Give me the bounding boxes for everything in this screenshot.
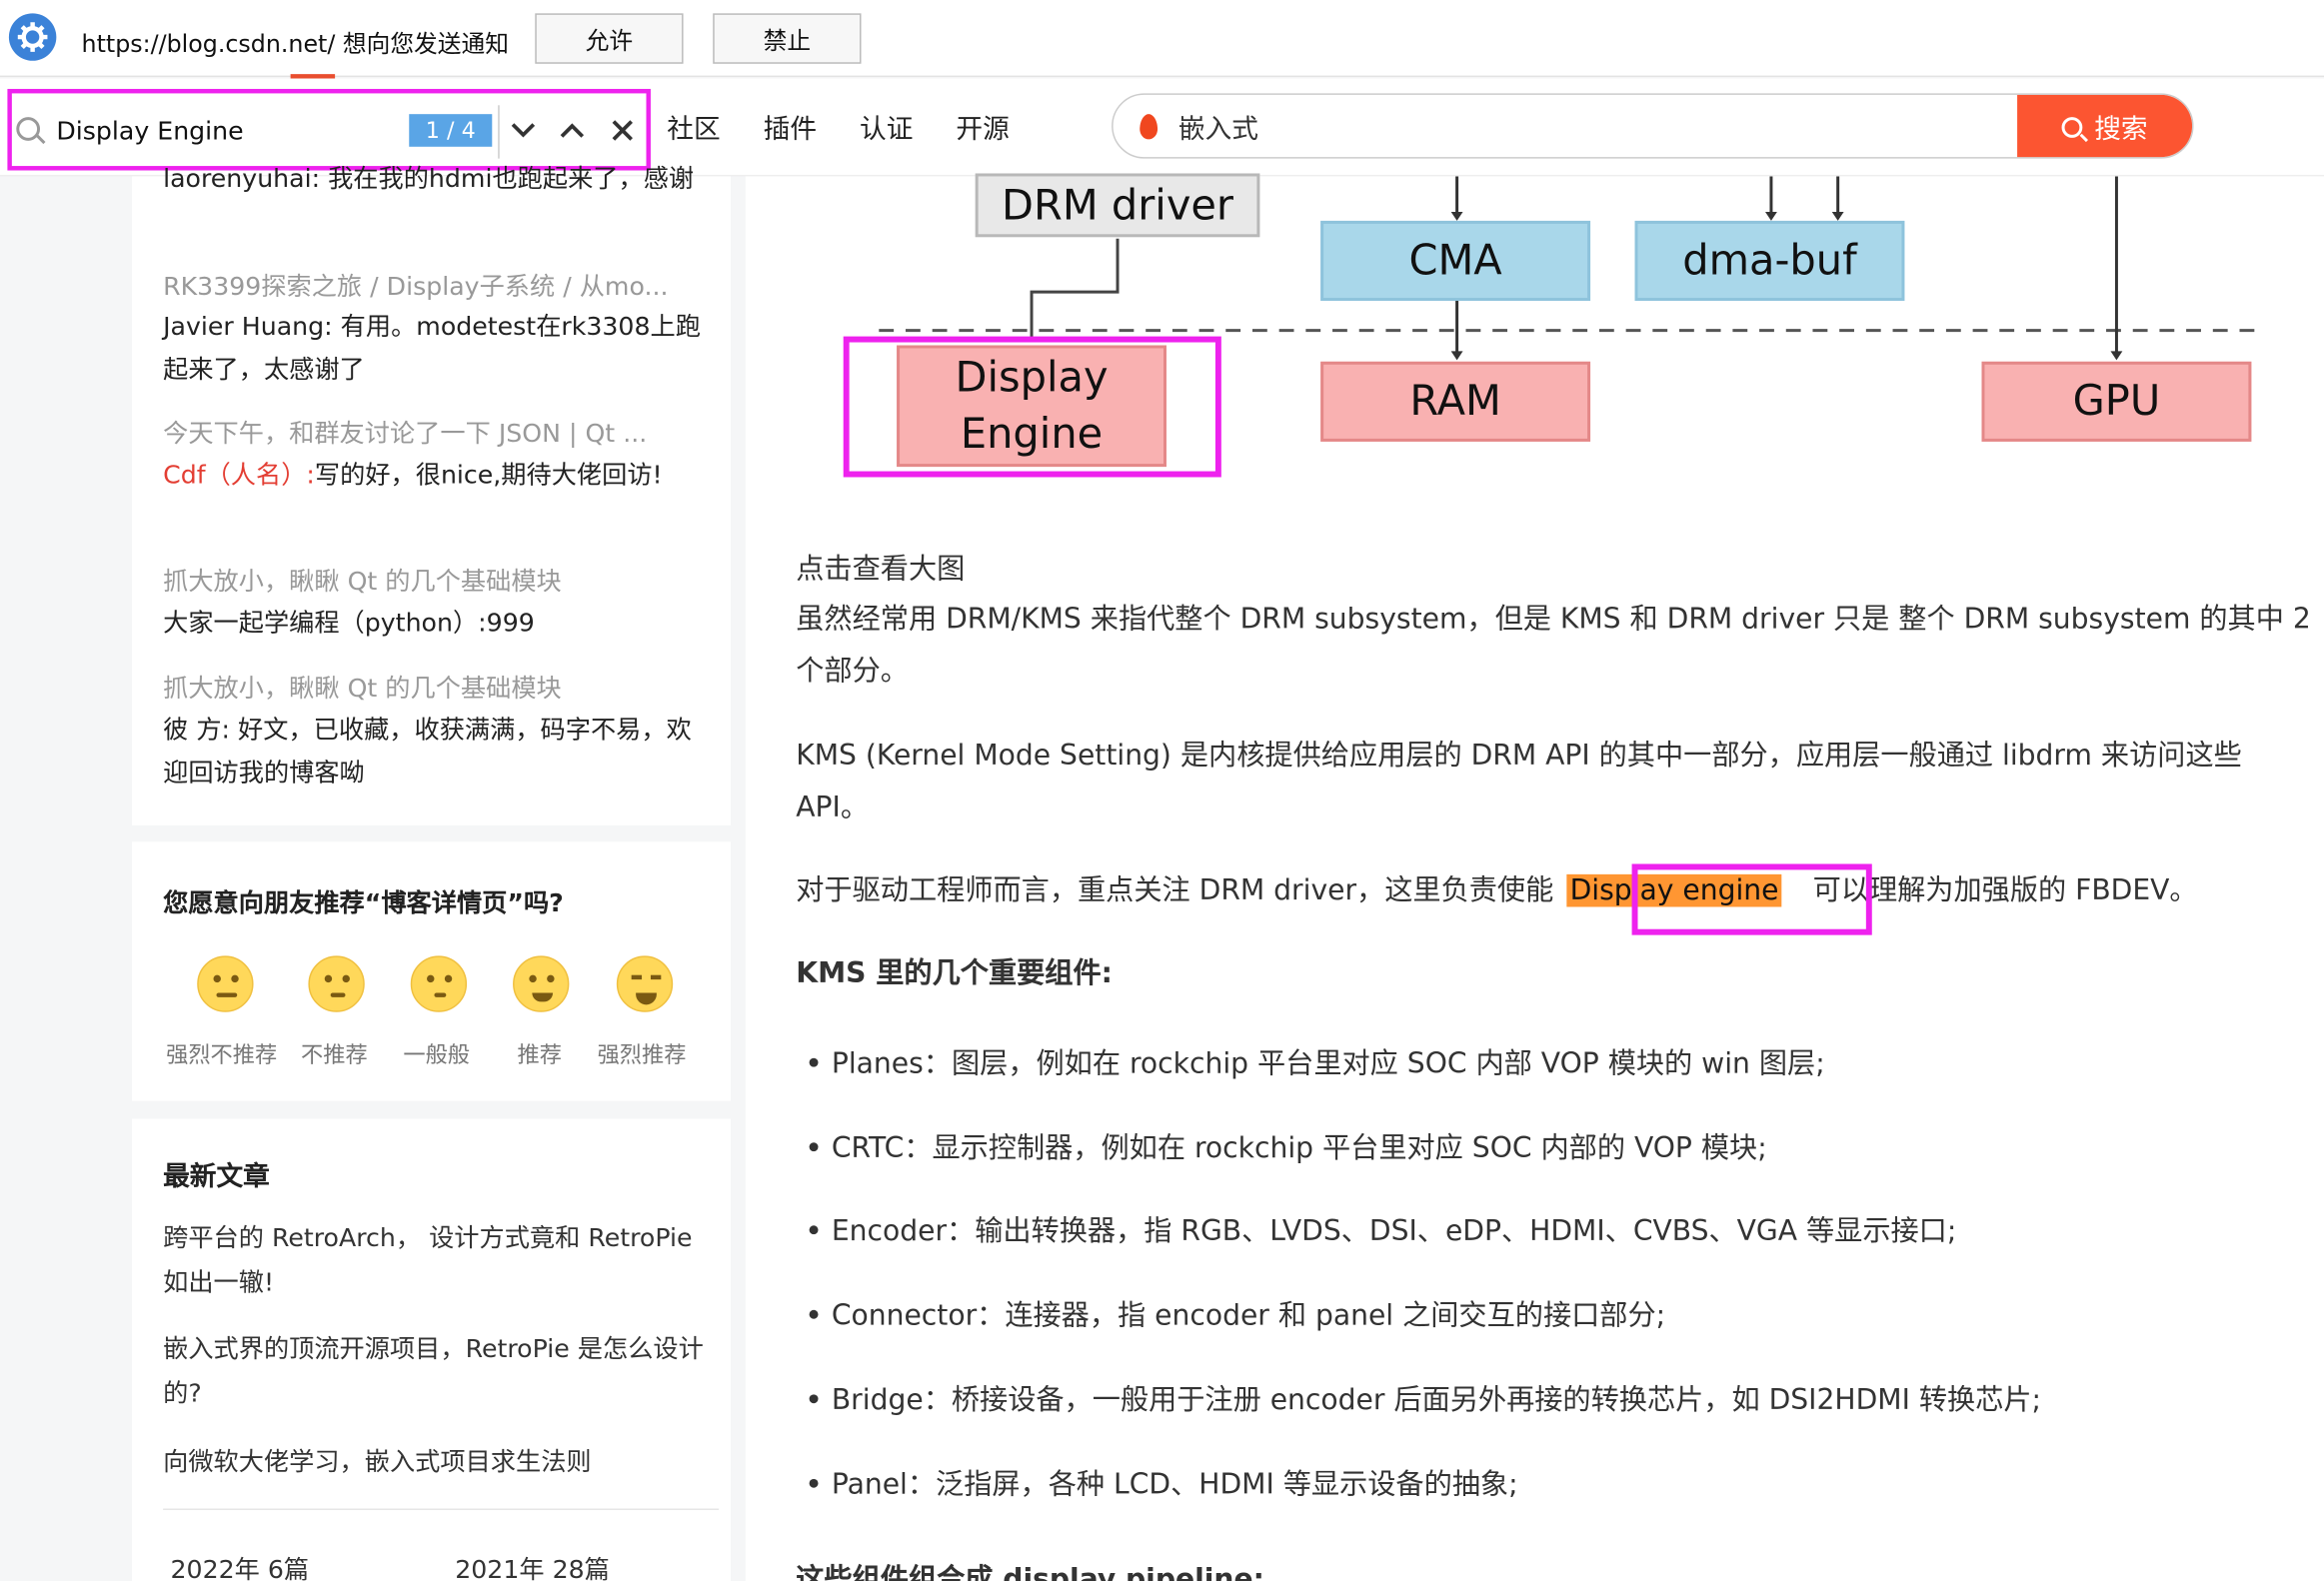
latest-articles-title: 最新文章 bbox=[163, 1161, 270, 1193]
angry-face-icon[interactable] bbox=[197, 955, 254, 1012]
article-paragraph: 虽然经常用 DRM/KMS 来指代整个 DRM subsystem，但是 KMS… bbox=[796, 603, 2311, 689]
nav-item-opensource[interactable]: 开源 bbox=[956, 108, 1009, 147]
nav-item-plugins[interactable]: 插件 bbox=[764, 108, 817, 147]
divider bbox=[163, 1508, 720, 1510]
list-item: CRTC：显示控制器，例如在 rockchip 平台里对应 SOC 内部的 VO… bbox=[809, 1126, 1767, 1166]
latest-article-link[interactable]: 向微软大佬学习，嵌入式项目求生法则 bbox=[163, 1440, 712, 1484]
article-content: DRM driver CMA dma-buf Display Engine RA… bbox=[745, 173, 2324, 1581]
cma-box: CMA bbox=[1320, 220, 1591, 302]
section-heading: KMS 里的几个重要组件: bbox=[796, 956, 1113, 990]
list-item: Connector：连接器，指 encoder 和 panel 之间交互的接口部… bbox=[809, 1293, 1665, 1333]
allow-button[interactable]: 允许 bbox=[535, 13, 684, 64]
find-highlight-box bbox=[843, 336, 1221, 478]
recommend-option-yes[interactable]: 推荐 bbox=[517, 1038, 562, 1069]
latest-article-link[interactable]: 跨平台的 RetroArch， 设计方式竟和 RetroPie 如出一辙! bbox=[163, 1216, 712, 1305]
recommend-option-not[interactable]: 不推荐 bbox=[301, 1038, 368, 1069]
view-large-image-link[interactable]: 点击查看大图 bbox=[796, 544, 2322, 596]
block-button[interactable]: 禁止 bbox=[713, 13, 862, 64]
notification-bar: https://blog.csdn.net/ 想向您发送通知 允许 禁止 bbox=[0, 0, 2324, 79]
recommend-card: 您愿意向朋友推荐“博客详情页”吗? 强烈不推荐 不推荐 一般般 推荐 强烈推荐 bbox=[131, 841, 732, 1101]
recommend-option-strongly[interactable]: 强烈推荐 bbox=[598, 1038, 687, 1069]
nav-item-certification[interactable]: 认证 bbox=[860, 108, 913, 147]
list-item: Planes：图层，例如在 rockchip 平台里对应 SOC 内部 VOP … bbox=[809, 1041, 1825, 1081]
find-divider bbox=[498, 105, 500, 159]
find-highlight-box bbox=[1631, 863, 1872, 935]
flame-icon bbox=[1140, 114, 1159, 140]
search-button-label: 搜索 bbox=[2094, 114, 2148, 146]
section-heading: 这些组件组合成 display pipeline: bbox=[796, 1563, 1264, 1581]
comment-article-link[interactable]: RK3399探索之旅 / Display子系统 / 从mo... bbox=[163, 265, 668, 303]
gear-icon bbox=[8, 13, 57, 61]
latest-article-link[interactable]: 嵌入式界的顶流开源项目，RetroPie 是怎么设计的? bbox=[163, 1328, 712, 1417]
search-icon bbox=[16, 117, 41, 141]
comment-text: Cdf（人名）:写的好，很nice,期待大佬回访! bbox=[163, 455, 709, 498]
recommend-option-strongly-not[interactable]: 强烈不推荐 bbox=[166, 1038, 277, 1069]
list-item: Panel：泛指屏，各种 LCD、HDMI 等显示设备的抽象; bbox=[809, 1463, 1518, 1503]
find-input[interactable] bbox=[56, 109, 413, 155]
nav-item-community[interactable]: 社区 bbox=[667, 108, 720, 147]
dmabuf-box: dma-buf bbox=[1634, 220, 1905, 302]
comment-body: 999 bbox=[486, 609, 535, 640]
search-button[interactable]: 搜索 bbox=[2017, 94, 2193, 158]
ram-box: RAM bbox=[1320, 361, 1591, 442]
laughing-face-icon[interactable] bbox=[616, 955, 674, 1012]
comment-article-link[interactable]: 抓大放小，瞅瞅 Qt 的几个基础模块 bbox=[163, 667, 562, 705]
list-item: Bridge：桥接设备，一般用于注册 encoder 后面另外再接的转换芯片，如… bbox=[809, 1378, 2041, 1418]
comment-body: 好文，已收藏，收获满满，码字不易，欢迎回访我的博客呦 bbox=[163, 716, 692, 789]
find-match-count: 1 / 4 bbox=[409, 114, 493, 147]
smile-face-icon[interactable] bbox=[513, 955, 570, 1012]
close-icon[interactable] bbox=[603, 108, 642, 152]
latest-articles-card: 最新文章 跨平台的 RetroArch， 设计方式竟和 RetroPie 如出一… bbox=[131, 1118, 732, 1581]
comment-author[interactable]: Javier Huang: bbox=[163, 313, 333, 343]
recommend-title: 您愿意向朋友推荐“博客详情页”吗? bbox=[163, 888, 564, 919]
comment-text: Javier Huang: 有用。modetest在rk3308上跑起来了，太感… bbox=[163, 307, 709, 393]
archive-link-2022[interactable]: 2022年 6篇 bbox=[171, 1549, 310, 1581]
comment-text: 大家一起学编程（python）:999 bbox=[163, 603, 709, 646]
notification-message: https://blog.csdn.net/ 想向您发送通知 bbox=[81, 29, 509, 58]
chevron-down-icon[interactable] bbox=[504, 108, 543, 152]
search-input[interactable] bbox=[1177, 108, 2009, 147]
comment-article-link[interactable]: 今天下午，和群友讨论了一下 JSON | Qt ... bbox=[163, 412, 647, 450]
recent-comments-card: laorenyuhai: 我在我的hdmi也跑起来了，感谢 RK3399探索之旅… bbox=[131, 165, 732, 825]
chevron-up-icon[interactable] bbox=[553, 108, 592, 152]
search-icon bbox=[2061, 117, 2083, 138]
comment-author[interactable]: Cdf（人名）: bbox=[163, 461, 315, 491]
article-paragraph: KMS (Kernel Mode Setting) 是内核提供给应用层的 DRM… bbox=[796, 739, 2242, 824]
comment-author[interactable]: 彼 方: bbox=[163, 716, 230, 746]
article-paragraph: 对于驱动工程师而言，重点关注 DRM driver，这里负责使能 Display … bbox=[796, 865, 2322, 917]
paragraph-text: 对于驱动工程师而言，重点关注 DRM driver，这里负责使能 bbox=[796, 873, 1554, 907]
comment-text: laorenyuhai: 我在我的hdmi也跑起来了，感谢 bbox=[163, 164, 695, 195]
drm-driver-box: DRM driver bbox=[975, 173, 1260, 238]
comment-article-link[interactable]: 抓大放小，瞅瞅 Qt 的几个基础模块 bbox=[163, 560, 562, 598]
neutral-face-icon[interactable] bbox=[410, 955, 468, 1012]
comment-text: 彼 方: 好文，已收藏，收获满满，码字不易，欢迎回访我的博客呦 bbox=[163, 710, 709, 795]
gpu-box: GPU bbox=[1981, 361, 2252, 442]
site-search: 搜索 bbox=[1112, 93, 2194, 159]
comment-author[interactable]: 大家一起学编程（python）: bbox=[163, 609, 487, 639]
comment-body: 写的好，很nice,期待大佬回访! bbox=[314, 461, 663, 491]
unhappy-face-icon[interactable] bbox=[308, 955, 365, 1012]
browser-viewport: https://blog.csdn.net/ 想向您发送通知 允许 禁止 1 /… bbox=[0, 0, 2324, 1581]
archive-link-2021[interactable]: 2021年 28篇 bbox=[455, 1549, 610, 1581]
list-item: Encoder：输出转换器，指 RGB、LVDS、DSI、eDP、HDMI、CV… bbox=[809, 1209, 1956, 1249]
recommend-option-neutral[interactable]: 一般般 bbox=[403, 1038, 470, 1069]
